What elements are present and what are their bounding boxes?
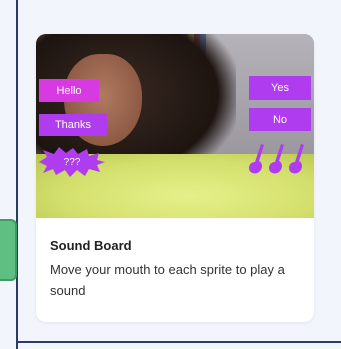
frame-border-left (16, 0, 18, 349)
guitar-icon (247, 142, 311, 176)
card-thumbnail: Hello Thanks ??? Yes No (36, 34, 314, 218)
sprite-burst: ??? (39, 147, 105, 177)
sprite-hello: Hello (39, 79, 99, 102)
sprite-yes: Yes (249, 76, 311, 100)
frame-border-bottom (16, 341, 341, 343)
sprite-burst-label: ??? (63, 156, 81, 168)
card-description: Move your mouth to each sprite to play a… (50, 262, 285, 298)
side-tab-handle[interactable] (0, 219, 17, 281)
project-card[interactable]: Hello Thanks ??? Yes No Sound Board Move… (36, 34, 314, 322)
sprite-thanks: Thanks (39, 114, 107, 136)
card-title: Sound Board (50, 238, 132, 253)
sprite-no: No (249, 108, 311, 131)
